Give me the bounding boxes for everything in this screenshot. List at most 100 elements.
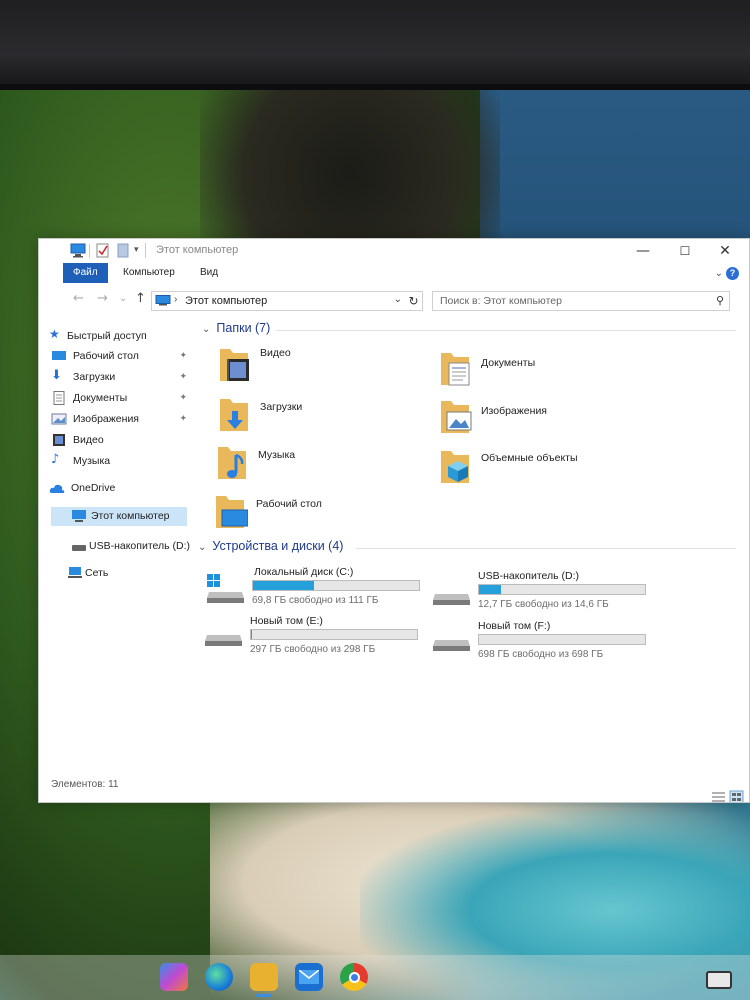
group-divider <box>356 548 736 549</box>
large-icons-view-icon <box>729 790 744 802</box>
sidebar-item-quick-access[interactable]: ★ Быстрый доступ <box>49 327 189 346</box>
music-folder-icon <box>218 447 246 479</box>
sidebar-item-label: Документы <box>73 392 128 404</box>
sidebar-item-pictures[interactable]: Изображения ✦ <box>51 410 191 429</box>
drive-free-space: 69,8 ГБ свободно из 111 ГБ <box>252 595 379 606</box>
tab-computer[interactable]: Компьютер <box>113 263 185 283</box>
status-bar: Элементов: 11 <box>39 775 749 802</box>
drive-free-space: 12,7 ГБ свободно из 14,6 ГБ <box>478 599 609 610</box>
sidebar-item-downloads[interactable]: ⬇ Загрузки ✦ <box>51 368 191 387</box>
customize-toolbar-icon[interactable]: ▾ <box>134 244 139 255</box>
video-icon <box>53 434 65 446</box>
address-bar[interactable]: › Этот компьютер ⌄ <box>151 291 423 311</box>
up-button[interactable]: ↑ <box>135 291 146 306</box>
search-icon[interactable]: ⚲ <box>716 294 724 307</box>
close-button[interactable]: ✕ <box>707 239 743 263</box>
drive-d[interactable]: USB-накопитель (D:) 12,7 ГБ свободно из … <box>432 570 646 616</box>
folder-label: Загрузки <box>260 401 303 413</box>
minimize-button[interactable]: — <box>625 239 661 263</box>
sidebar-item-onedrive[interactable]: OneDrive <box>49 479 189 498</box>
maximize-button[interactable]: ☐ <box>667 239 703 263</box>
pin-icon: ✦ <box>179 371 187 381</box>
tab-file[interactable]: Файл <box>63 263 108 283</box>
window-title: Этот компьютер <box>156 244 239 256</box>
sidebar-item-label: Этот компьютер <box>91 510 170 522</box>
folder-desktop[interactable]: Рабочий стол <box>214 492 414 536</box>
folder-music[interactable]: Музыка <box>216 443 416 487</box>
folder-3d-objects[interactable]: Объемные объекты <box>439 447 639 491</box>
back-button[interactable]: ← <box>73 291 84 306</box>
drive-usage-bar <box>250 629 418 640</box>
edge-icon[interactable] <box>205 963 233 991</box>
folder-downloads[interactable]: Загрузки <box>218 395 418 439</box>
sidebar-item-label: Загрузки <box>73 371 116 383</box>
video-folder-icon <box>220 349 249 381</box>
group-divider <box>276 330 736 331</box>
usb-drive-icon <box>433 594 470 605</box>
mail-icon[interactable] <box>295 963 323 991</box>
sidebar-item-label: Изображения <box>73 413 139 425</box>
hard-drive-icon <box>205 635 242 646</box>
drive-usage-bar <box>478 634 646 645</box>
sidebar-item-video[interactable]: Видео <box>51 431 191 450</box>
cloud-icon <box>49 484 65 493</box>
sidebar-item-network[interactable]: Сеть <box>49 564 189 583</box>
windows-drive-icon <box>207 574 244 603</box>
recent-locations-button[interactable]: ⌄ <box>119 293 127 304</box>
chrome-icon[interactable] <box>340 963 368 991</box>
folder-label: Музыка <box>258 449 296 461</box>
sidebar-item-documents[interactable]: Документы ✦ <box>51 389 191 408</box>
content-pane: ⌄ Папки (7) Видео Документы Загрузки Изо… <box>194 317 749 777</box>
drive-name: Локальный диск (C:) <box>254 566 354 578</box>
drive-c[interactable]: Локальный диск (C:) 69,8 ГБ свободно из … <box>206 566 420 612</box>
sidebar-item-music[interactable]: ♪ Музыка <box>51 452 191 471</box>
drive-usage-fill <box>479 585 501 594</box>
folder-label: Объемные объекты <box>481 452 578 464</box>
sidebar-item-label: USB-накопитель (D:) <box>89 540 191 552</box>
copilot-icon[interactable] <box>160 963 188 991</box>
documents-folder-icon <box>441 353 470 386</box>
documents-icon <box>53 391 65 405</box>
sidebar-item-label: Сеть <box>85 567 109 579</box>
music-icon: ♪ <box>51 452 60 467</box>
drive-e[interactable]: Новый том (E:) 297 ГБ свободно из 298 ГБ <box>204 615 418 661</box>
folder-label: Рабочий стол <box>256 498 322 510</box>
folder-pictures[interactable]: Изображения <box>439 397 639 441</box>
sidebar-item-this-pc[interactable]: Этот компьютер <box>51 507 187 526</box>
folder-label: Документы <box>481 357 536 369</box>
folders-group-title: Папки (7) <box>216 321 271 335</box>
drives-group-header[interactable]: ⌄ Устройства и диски (4) <box>198 539 343 557</box>
folders-group-header[interactable]: ⌄ Папки (7) <box>202 321 270 339</box>
sidebar-item-label: Музыка <box>73 455 111 467</box>
sidebar-item-label: Рабочий стол <box>73 350 139 362</box>
search-input[interactable]: Поиск в: Этот компьютер ⚲ <box>432 291 730 311</box>
chevron-down-icon[interactable]: ⌄ <box>198 542 206 553</box>
new-folder-icon[interactable] <box>117 243 129 258</box>
expand-ribbon-icon[interactable]: ⌄ <box>715 268 723 279</box>
taskbar <box>0 955 750 1000</box>
refresh-button[interactable]: ↻ <box>405 291 423 311</box>
folder-video[interactable]: Видео <box>218 345 418 389</box>
desktop-icon <box>52 351 66 360</box>
drives-group-title: Устройства и диски (4) <box>212 539 344 553</box>
breadcrumb[interactable]: Этот компьютер <box>185 295 267 307</box>
forward-button[interactable]: → <box>97 291 108 306</box>
drive-f[interactable]: Новый том (F:) 698 ГБ свободно из 698 ГБ <box>432 620 646 666</box>
sidebar-item-desktop[interactable]: Рабочий стол ✦ <box>51 347 191 366</box>
tab-view[interactable]: Вид <box>190 263 228 283</box>
folder-label: Изображения <box>481 405 547 417</box>
sidebar-item-usb-drive[interactable]: USB-накопитель (D:) <box>49 537 191 556</box>
navigation-pane: ★ Быстрый доступ Рабочий стол ✦ ⬇ Загруз… <box>39 321 191 771</box>
chevron-down-icon[interactable]: ⌄ <box>202 324 210 335</box>
desktop-folder-icon <box>216 496 248 528</box>
address-dropdown-icon[interactable]: ⌄ <box>394 294 402 305</box>
drive-name: Новый том (F:) <box>478 620 551 632</box>
pin-icon: ✦ <box>179 392 187 402</box>
folder-documents[interactable]: Документы <box>439 349 639 393</box>
tray-icon[interactable] <box>706 971 732 989</box>
view-mode-buttons[interactable] <box>711 790 745 803</box>
drive-usage-bar <box>478 584 646 595</box>
help-icon[interactable]: ? <box>726 267 739 280</box>
file-explorer-icon[interactable] <box>250 963 278 997</box>
properties-icon[interactable] <box>96 243 110 258</box>
